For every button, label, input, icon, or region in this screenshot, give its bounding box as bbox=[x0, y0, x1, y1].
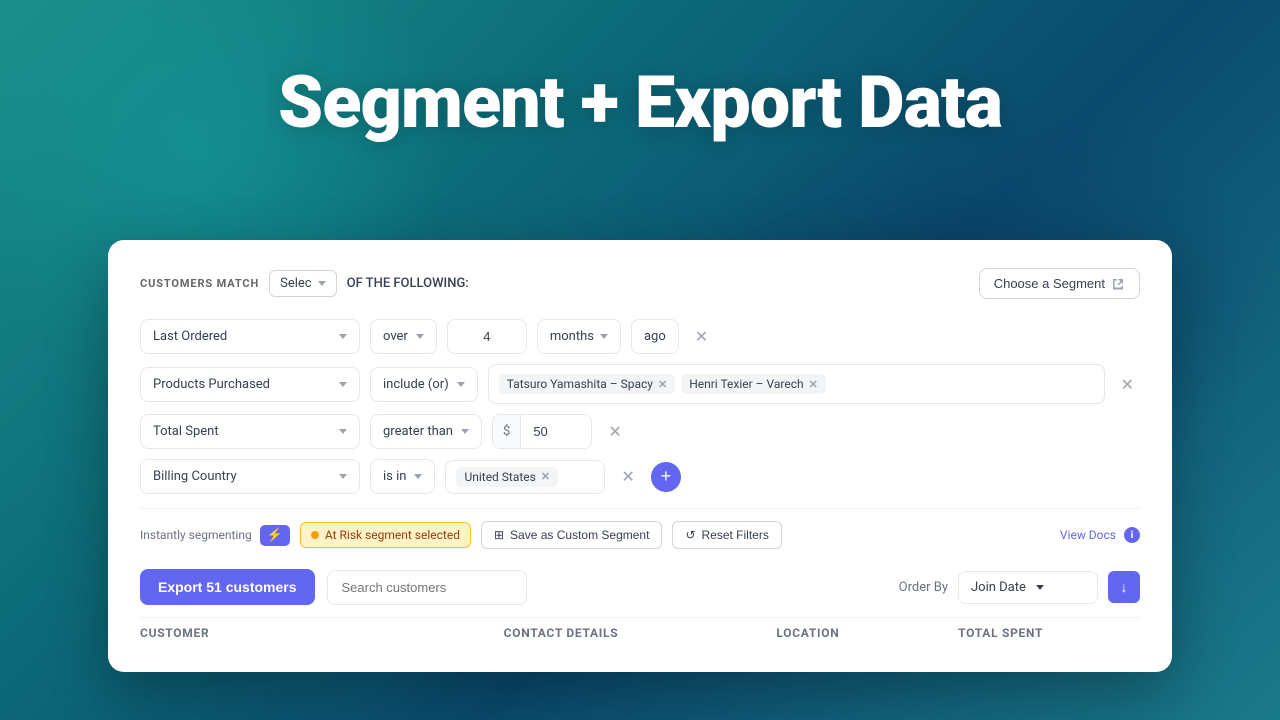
operator-greater-than[interactable]: greater than bbox=[370, 414, 482, 449]
sort-direction-button[interactable]: ↓ bbox=[1108, 571, 1140, 603]
product-tag-1: Tatsuro Yamashita – Spacy ✕ bbox=[499, 374, 675, 394]
save-icon: ⊞ bbox=[494, 528, 504, 542]
order-by-label: Order By bbox=[899, 580, 948, 595]
external-link-icon bbox=[1111, 277, 1125, 291]
chevron-down-icon bbox=[339, 382, 347, 387]
view-docs-link[interactable]: View Docs i bbox=[1060, 527, 1140, 543]
filter-rows: Last Ordered over months ago ✕ Products … bbox=[140, 319, 1140, 494]
operator-is-in[interactable]: is in bbox=[370, 459, 435, 494]
lightning-icon: ⚡ bbox=[260, 525, 290, 546]
products-tag-container[interactable]: Tatsuro Yamashita – Spacy ✕ Henri Texier… bbox=[488, 364, 1105, 404]
customers-match-section: CUSTOMERS MATCH Selec OF THE FOLLOWING: bbox=[140, 270, 469, 297]
tag-remove-icon[interactable]: ✕ bbox=[809, 378, 818, 391]
hero-title: Segment + Export Data bbox=[0, 60, 1280, 145]
field-total-spent[interactable]: Total Spent bbox=[140, 414, 360, 449]
export-button[interactable]: Export 51 customers bbox=[140, 569, 315, 605]
dollar-sign: $ bbox=[493, 415, 521, 448]
table-header: Customer Contact Details Location Total … bbox=[140, 617, 1140, 648]
reset-filters-button[interactable]: ↺ Reset Filters bbox=[672, 521, 781, 549]
search-customers-input[interactable] bbox=[327, 570, 527, 605]
chevron-down-icon bbox=[339, 474, 347, 479]
th-contact: Contact Details bbox=[504, 626, 777, 640]
filter-row-products: Products Purchased include (or) Tatsuro … bbox=[140, 364, 1140, 404]
th-total-spent: Total Spent bbox=[958, 626, 1140, 640]
remove-filter-button[interactable]: ✕ bbox=[1115, 373, 1140, 396]
tag-remove-icon[interactable]: ✕ bbox=[541, 470, 550, 483]
action-bar-left: Instantly segmenting ⚡ At Risk segment s… bbox=[140, 521, 782, 549]
filter-row-total-spent: Total Spent greater than $ ✕ bbox=[140, 414, 1140, 449]
badge-dot bbox=[311, 531, 319, 539]
chevron-down-icon bbox=[1036, 585, 1044, 590]
chevron-down-icon bbox=[416, 334, 424, 339]
export-bar: Export 51 customers Order By Join Date ↓ bbox=[140, 553, 1140, 617]
choose-segment-button[interactable]: Choose a Segment bbox=[979, 268, 1140, 299]
chevron-down-icon bbox=[339, 334, 347, 339]
th-customer: Customer bbox=[140, 626, 504, 640]
chevron-down-icon bbox=[461, 429, 469, 434]
chevron-down-icon bbox=[318, 281, 326, 286]
chevron-down-icon bbox=[414, 474, 422, 479]
instant-segmenting-indicator: Instantly segmenting ⚡ bbox=[140, 525, 290, 546]
match-type-select[interactable]: Selec bbox=[269, 270, 336, 297]
chevron-down-icon bbox=[600, 334, 608, 339]
order-by-select[interactable]: Join Date bbox=[958, 571, 1098, 604]
chevron-down-icon bbox=[339, 429, 347, 434]
country-tag-us: United States ✕ bbox=[456, 467, 558, 487]
dollar-input-container: $ bbox=[492, 414, 592, 449]
tag-remove-icon[interactable]: ✕ bbox=[658, 378, 667, 391]
operator-over[interactable]: over bbox=[370, 319, 437, 354]
segment-selected-label: At Risk segment selected bbox=[325, 528, 460, 542]
main-panel: CUSTOMERS MATCH Selec OF THE FOLLOWING: … bbox=[108, 240, 1172, 672]
of-following-label: OF THE FOLLOWING: bbox=[347, 276, 469, 291]
remove-filter-button[interactable]: ✕ bbox=[602, 420, 627, 443]
remove-filter-button[interactable]: ✕ bbox=[689, 325, 714, 348]
filter-row-last-ordered: Last Ordered over months ago ✕ bbox=[140, 319, 1140, 354]
unit-months[interactable]: months bbox=[537, 319, 621, 354]
segment-selected-badge[interactable]: At Risk segment selected bbox=[300, 522, 471, 548]
filter-header: CUSTOMERS MATCH Selec OF THE FOLLOWING: … bbox=[140, 268, 1140, 299]
info-icon: i bbox=[1124, 527, 1140, 543]
amount-input[interactable] bbox=[521, 415, 591, 448]
product-tag-2: Henri Texier – Varech ✕ bbox=[681, 374, 826, 394]
instantly-segmenting-label: Instantly segmenting bbox=[140, 528, 252, 542]
value-input-months[interactable] bbox=[447, 319, 527, 354]
filter-row-billing-country: Billing Country is in United States ✕ ✕ … bbox=[140, 459, 1140, 494]
ago-label: ago bbox=[631, 319, 679, 354]
field-last-ordered[interactable]: Last Ordered bbox=[140, 319, 360, 354]
customers-match-label: CUSTOMERS MATCH bbox=[140, 277, 259, 290]
action-bar: Instantly segmenting ⚡ At Risk segment s… bbox=[140, 508, 1140, 553]
order-by-section: Order By Join Date ↓ bbox=[899, 571, 1140, 604]
export-bar-left: Export 51 customers bbox=[140, 569, 527, 605]
country-tag-container[interactable]: United States ✕ bbox=[445, 460, 605, 494]
reset-icon: ↺ bbox=[685, 528, 695, 542]
operator-include-or[interactable]: include (or) bbox=[370, 367, 478, 402]
th-location: Location bbox=[776, 626, 958, 640]
add-filter-button[interactable]: + bbox=[651, 462, 681, 492]
save-custom-segment-button[interactable]: ⊞ Save as Custom Segment bbox=[481, 521, 662, 549]
chevron-down-icon bbox=[457, 382, 465, 387]
remove-filter-button[interactable]: ✕ bbox=[615, 465, 640, 488]
field-billing-country[interactable]: Billing Country bbox=[140, 459, 360, 494]
field-products-purchased[interactable]: Products Purchased bbox=[140, 367, 360, 402]
